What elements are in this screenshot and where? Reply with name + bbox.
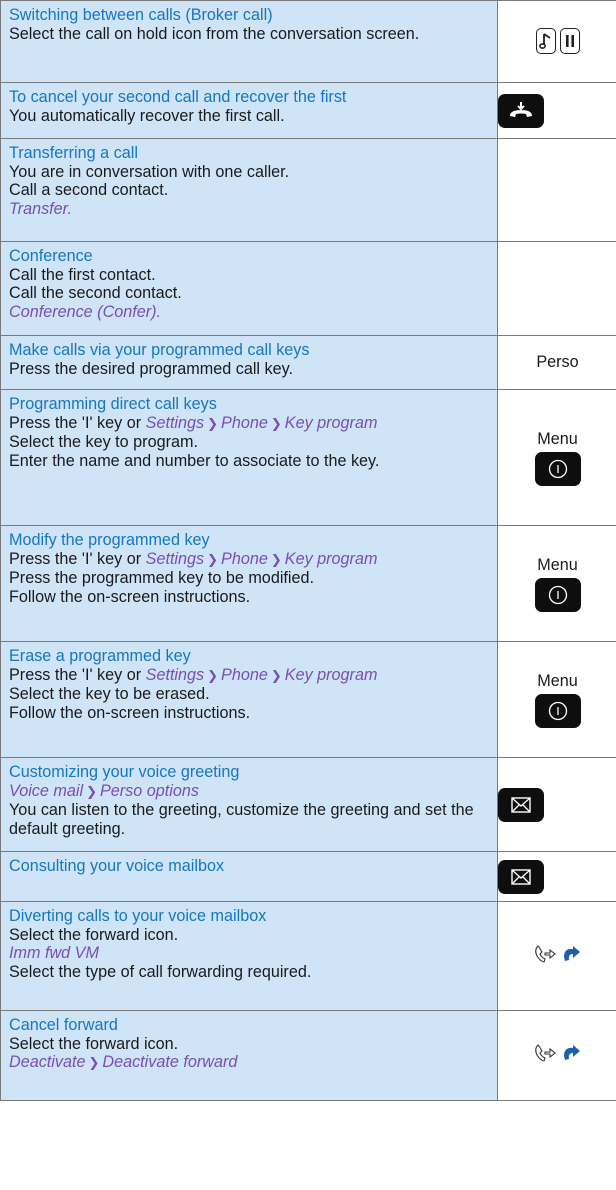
row-line: Select the key to be erased.: [9, 685, 210, 704]
row-title: Transferring a call: [9, 144, 138, 162]
path-key-program: Key program: [284, 549, 378, 568]
chevron-right-icon: ❯: [270, 415, 282, 431]
row-line: Call the first contact.: [9, 265, 156, 284]
music-note-icon: [535, 28, 556, 54]
menu-key-label: Menu: [537, 429, 578, 448]
row-line: Select the call on hold icon from the co…: [9, 24, 420, 43]
menu-path-line: Press the 'I' key or Settings ❯ Phone ❯ Key …: [9, 666, 489, 686]
path-voice-mail: Voice mail: [9, 781, 84, 800]
info-key-icon: [534, 693, 581, 728]
menu-key-label: Menu: [537, 555, 578, 574]
chevron-right-icon: ❯: [207, 415, 219, 431]
row-line: Select the key to program.: [9, 433, 198, 452]
row-cancel-forward: Cancel forward Select the forward icon. …: [0, 1010, 616, 1101]
row-title: Consulting your voice mailbox: [9, 857, 225, 875]
row-title: Customizing your voice greeting: [9, 763, 240, 781]
forward-icons: [533, 944, 583, 964]
row-title: Make calls via your programmed call keys: [9, 341, 310, 359]
row-voice-greeting: Customizing your voice greeting Voice ma…: [0, 757, 616, 852]
broker-keys: [535, 28, 580, 54]
menu-path-line: Deactivate ❯ Deactivate forward: [9, 1053, 489, 1073]
chevron-right-icon: ❯: [270, 667, 282, 683]
row-programming-direct-keys: Programming direct call keys Press the '…: [0, 389, 616, 526]
envelope-key-icon: [498, 859, 544, 894]
menu-key-label: Menu: [537, 671, 578, 690]
chevron-right-icon: ❯: [88, 1055, 100, 1071]
menu-path-line: Voice mail ❯ Perso options: [9, 782, 489, 802]
row-line: Select the type of call forwarding requi…: [9, 962, 312, 981]
path-key-program: Key program: [284, 665, 378, 684]
path-perso-options: Perso options: [99, 781, 199, 800]
row-title: Erase a programmed key: [9, 647, 191, 665]
hangup-key-icon: [498, 93, 544, 128]
row-line: Press the programmed key to be modified.: [9, 569, 315, 588]
row-line: Select the forward icon.: [9, 925, 179, 944]
row-title: Conference: [9, 247, 93, 265]
pause-icon: [559, 28, 580, 54]
lead-text: Press the 'I' key or: [9, 413, 142, 432]
row-consulting-voice-mailbox: Consulting your voice mailbox: [0, 851, 616, 902]
row-line: Call a second contact.: [9, 181, 169, 200]
forward-icons: [533, 1043, 583, 1063]
menu-path-line: Press the 'I' key or Settings ❯ Phone ❯ Key …: [9, 550, 489, 570]
chevron-right-icon: ❯: [270, 551, 282, 567]
row-line: Follow the on-screen instructions.: [9, 703, 251, 722]
row-diverting-calls: Diverting calls to your voice mailbox Se…: [0, 901, 616, 1011]
forward-handset-icon: [534, 1044, 556, 1062]
path-phone: Phone: [221, 549, 268, 568]
row-line: Call the second contact.: [9, 284, 182, 303]
chevron-right-icon: ❯: [86, 783, 97, 799]
quick-guide-table: Switching between calls (Broker call) Se…: [0, 0, 616, 1101]
forward-handset-icon: [534, 944, 556, 963]
lead-text: Press the 'I' key or: [9, 665, 142, 684]
voicemail-forward-icon: [563, 1045, 580, 1060]
path-settings: Settings: [145, 413, 205, 432]
info-key-icon: [534, 451, 581, 486]
row-erase-programmed-key: Erase a programmed key Press the 'I' key…: [0, 641, 616, 758]
menu-option: Imm fwd VM: [9, 944, 99, 963]
row-title: To cancel your second call and recover t…: [9, 88, 347, 106]
row-title: Diverting calls to your voice mailbox: [9, 907, 267, 925]
menu-path-line: Press the 'I' key or Settings ❯ Phone ❯ Key …: [9, 414, 489, 434]
menu-option: Transfer.: [9, 199, 72, 218]
lead-text: Press the 'I' key or: [9, 549, 142, 568]
row-modify-programmed-key: Modify the programmed key Press the 'I' …: [0, 525, 616, 642]
row-title: Modify the programmed key: [9, 531, 210, 549]
path-phone: Phone: [221, 413, 268, 432]
row-line: Enter the name and number to associate t…: [9, 451, 380, 470]
row-title: Switching between calls (Broker call): [9, 6, 273, 24]
path-deactivate: Deactivate: [9, 1053, 86, 1072]
row-programmed-call-keys: Make calls via your programmed call keys…: [0, 335, 616, 390]
row-line: Follow the on-screen instructions.: [9, 587, 251, 606]
chevron-right-icon: ❯: [207, 551, 219, 567]
path-settings: Settings: [145, 665, 205, 684]
row-title: Programming direct call keys: [9, 395, 217, 413]
row-broker-call: Switching between calls (Broker call) Se…: [0, 0, 616, 83]
row-line: You are in conversation with one caller.: [9, 162, 290, 181]
row-cancel-second-call: To cancel your second call and recover t…: [0, 82, 616, 139]
info-key-icon: [534, 577, 581, 612]
row-line: You can listen to the greeting, customiz…: [9, 801, 474, 838]
voicemail-forward-icon: [563, 945, 580, 961]
row-transferring-call: Transferring a call You are in conversat…: [0, 138, 616, 242]
envelope-key-icon: [498, 787, 544, 822]
row-line: Select the forward icon.: [9, 1034, 179, 1053]
path-deactivate-forward: Deactivate forward: [102, 1053, 238, 1072]
row-conference: Conference Call the first contact. Call …: [0, 241, 616, 336]
row-title: Cancel forward: [9, 1016, 118, 1034]
row-line: You automatically recover the first call…: [9, 106, 285, 125]
row-line: Press the desired programmed call key.: [9, 359, 293, 378]
path-settings: Settings: [145, 549, 205, 568]
path-key-program: Key program: [284, 413, 378, 432]
perso-key-label: Perso: [536, 353, 579, 371]
menu-option: Conference (Confer).: [9, 302, 162, 321]
chevron-right-icon: ❯: [207, 667, 219, 683]
path-phone: Phone: [221, 665, 268, 684]
